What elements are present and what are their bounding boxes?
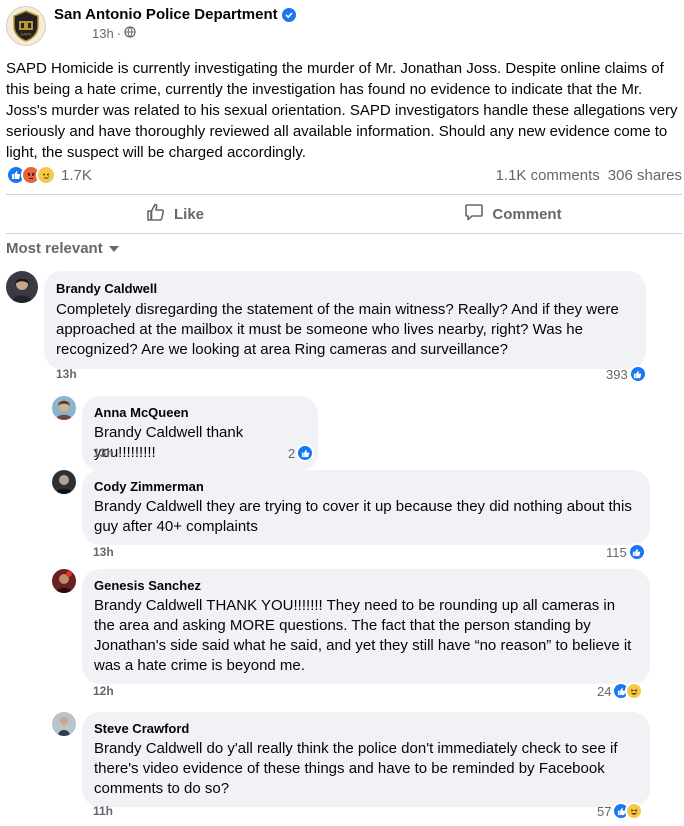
comment-bubble: Brandy Caldwell Completely disregarding … xyxy=(44,271,646,369)
commenter-name[interactable]: Anna McQueen xyxy=(94,404,306,421)
sort-label: Most relevant xyxy=(6,240,103,257)
post-header: SAPD San Antonio Police Department 13h · xyxy=(6,6,296,46)
commenter-name[interactable]: Cody Zimmerman xyxy=(94,478,638,495)
comment-reactions[interactable]: 393 xyxy=(606,365,647,383)
verified-badge-icon xyxy=(281,7,296,22)
comment-reactions[interactable]: 24 xyxy=(597,682,644,700)
commenter-avatar[interactable] xyxy=(52,569,76,593)
reaction-icons-group[interactable]: 1.7K xyxy=(6,165,92,185)
sad-reaction-icon xyxy=(36,165,56,185)
comment-text: Brandy Caldwell THANK YOU!!!!!!! They ne… xyxy=(94,597,632,674)
post-body-text: SAPD Homicide is currently investigating… xyxy=(6,60,678,161)
comment-button-label: Comment xyxy=(492,205,562,223)
page-name-link[interactable]: San Antonio Police Department xyxy=(54,6,278,23)
comment-text: Brandy Caldwell do y'all really think th… xyxy=(94,740,618,797)
comment-time[interactable]: 13h xyxy=(93,446,114,460)
meta-separator: · xyxy=(116,26,122,41)
commenter-avatar[interactable] xyxy=(6,271,38,303)
reactions-summary: 1.7K 1.1K comments 306 shares xyxy=(6,165,682,185)
haha-icon xyxy=(625,682,644,700)
commenter-name[interactable]: Steve Crawford xyxy=(94,720,638,737)
commenter-avatar[interactable] xyxy=(52,396,76,420)
divider-top xyxy=(6,194,682,195)
comment-reaction-count: 24 xyxy=(597,683,612,699)
comment-reactions[interactable]: 2 xyxy=(288,444,315,462)
dropdown-caret-icon xyxy=(108,245,119,252)
like-button[interactable]: Like xyxy=(6,196,344,232)
commenter-name[interactable]: Genesis Sanchez xyxy=(94,577,638,594)
comment-reaction-count: 2 xyxy=(288,445,296,461)
commenter-name[interactable]: Brandy Caldwell xyxy=(56,280,634,297)
like-button-label: Like xyxy=(173,205,204,223)
haha-icon xyxy=(625,802,644,820)
post-actions-bar: Like Comment xyxy=(6,196,682,232)
like-icon xyxy=(296,444,315,462)
comment-sort-dropdown[interactable]: Most relevant xyxy=(6,240,119,257)
comment-bubble: Steve Crawford Brandy Caldwell do y'all … xyxy=(82,712,650,807)
sapd-badge-avatar[interactable]: SAPD xyxy=(6,6,46,46)
reply-item: Cody Zimmerman Brandy Caldwell they are … xyxy=(52,470,650,545)
comment-text: Completely disregarding the statement of… xyxy=(56,301,619,358)
globe-icon xyxy=(124,26,136,41)
comment-bubble: Genesis Sanchez Brandy Caldwell THANK YO… xyxy=(82,569,650,684)
comment-bubble-icon xyxy=(464,202,484,226)
comment-time[interactable]: 11h xyxy=(93,804,113,818)
commenter-avatar[interactable] xyxy=(52,712,76,736)
comment-text: Brandy Caldwell they are trying to cover… xyxy=(94,498,632,535)
comment-reaction-count: 57 xyxy=(597,803,612,819)
shares-count-link[interactable]: 306 shares xyxy=(608,167,682,184)
reply-item: Anna McQueen Brandy Caldwell thank you!!… xyxy=(52,396,318,471)
divider-bottom xyxy=(6,233,682,234)
comment-bubble: Cody Zimmerman Brandy Caldwell they are … xyxy=(82,470,650,545)
comment-time[interactable]: 12h xyxy=(93,684,114,698)
comment-time[interactable]: 13h xyxy=(93,545,114,559)
reply-item: Steve Crawford Brandy Caldwell do y'all … xyxy=(52,712,650,807)
comment-reactions[interactable]: 115 xyxy=(606,543,646,561)
comment-time[interactable]: 13h xyxy=(56,367,77,381)
post-time-link[interactable]: 13h xyxy=(92,26,114,41)
comment-item: Brandy Caldwell Completely disregarding … xyxy=(6,271,646,369)
commenter-avatar[interactable] xyxy=(52,470,76,494)
like-icon xyxy=(627,543,646,561)
svg-text:SAPD: SAPD xyxy=(21,32,32,37)
thumbs-up-icon xyxy=(146,202,166,226)
reply-item: Genesis Sanchez Brandy Caldwell THANK YO… xyxy=(52,569,650,684)
comment-reaction-count: 393 xyxy=(606,366,628,382)
like-icon xyxy=(628,365,647,383)
comment-reaction-count: 115 xyxy=(606,544,627,560)
comment-text: Brandy Caldwell thank you!!!!!!!!! xyxy=(94,424,244,461)
comments-count-link[interactable]: 1.1K comments xyxy=(496,167,600,184)
reaction-count[interactable]: 1.7K xyxy=(61,167,92,184)
comment-button[interactable]: Comment xyxy=(344,196,682,232)
comment-reactions[interactable]: 57 xyxy=(597,802,644,820)
police-badge-icon: SAPD xyxy=(13,10,39,42)
comment-bubble: Anna McQueen Brandy Caldwell thank you!!… xyxy=(82,396,318,471)
